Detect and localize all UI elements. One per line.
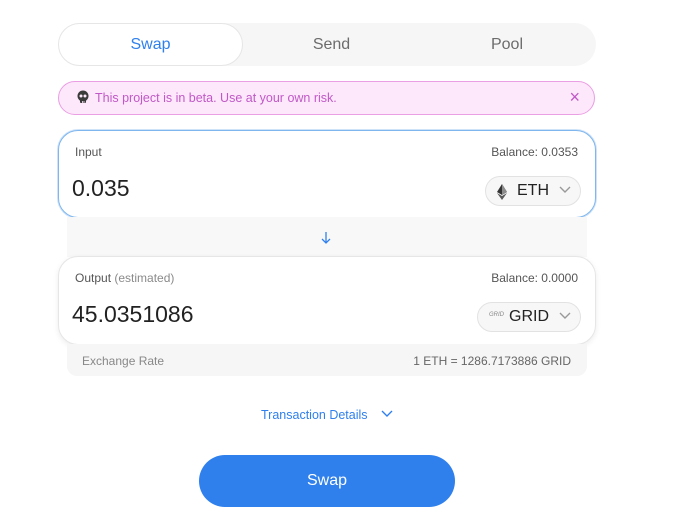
output-amount-field[interactable]	[72, 301, 372, 328]
input-token-symbol: ETH	[517, 182, 549, 199]
tab-pool[interactable]: Pool	[418, 23, 596, 66]
output-estimated-label: (estimated)	[114, 271, 175, 285]
tab-swap[interactable]: Swap	[58, 23, 243, 66]
ethereum-icon	[497, 184, 507, 200]
beta-warning-banner: This project is in beta. Use at your own…	[58, 81, 595, 115]
output-panel: Output (estimated) Balance: 0.0000 GRID …	[58, 256, 596, 345]
skull-icon	[77, 90, 89, 103]
input-amount-field[interactable]	[72, 175, 372, 202]
exchange-rate-label: Exchange Rate	[82, 354, 165, 368]
output-token-selector[interactable]: GRID GRID	[477, 302, 581, 332]
exchange-rate-row: Exchange Rate 1 ETH = 1286.7173886 GRID	[67, 344, 587, 376]
output-balance: Balance: 0.0000	[491, 271, 578, 285]
arrow-down-icon[interactable]	[320, 231, 332, 245]
mode-tabs: Swap Send Pool	[58, 23, 596, 66]
output-token-symbol: GRID	[509, 308, 549, 325]
input-label: Input	[75, 145, 102, 159]
input-balance: Balance: 0.0353	[491, 145, 578, 159]
chevron-down-icon	[559, 186, 571, 193]
beta-warning-text: This project is in beta. Use at your own…	[95, 91, 337, 105]
tab-send[interactable]: Send	[244, 23, 419, 66]
input-panel: Input Balance: 0.0353 ETH	[58, 130, 596, 218]
exchange-rate-value: 1 ETH = 1286.7173886 GRID	[413, 354, 571, 368]
chevron-down-icon[interactable]	[381, 410, 393, 418]
input-token-selector[interactable]: ETH	[485, 176, 581, 206]
swap-button[interactable]: Swap	[199, 455, 455, 507]
output-label: Output (estimated)	[75, 271, 174, 285]
chevron-down-icon	[559, 312, 571, 319]
output-label-text: Output	[75, 271, 112, 285]
grid-token-icon: GRID	[489, 312, 504, 318]
transaction-details-toggle[interactable]: Transaction Details	[261, 408, 368, 422]
close-icon[interactable]: ×	[569, 88, 580, 106]
